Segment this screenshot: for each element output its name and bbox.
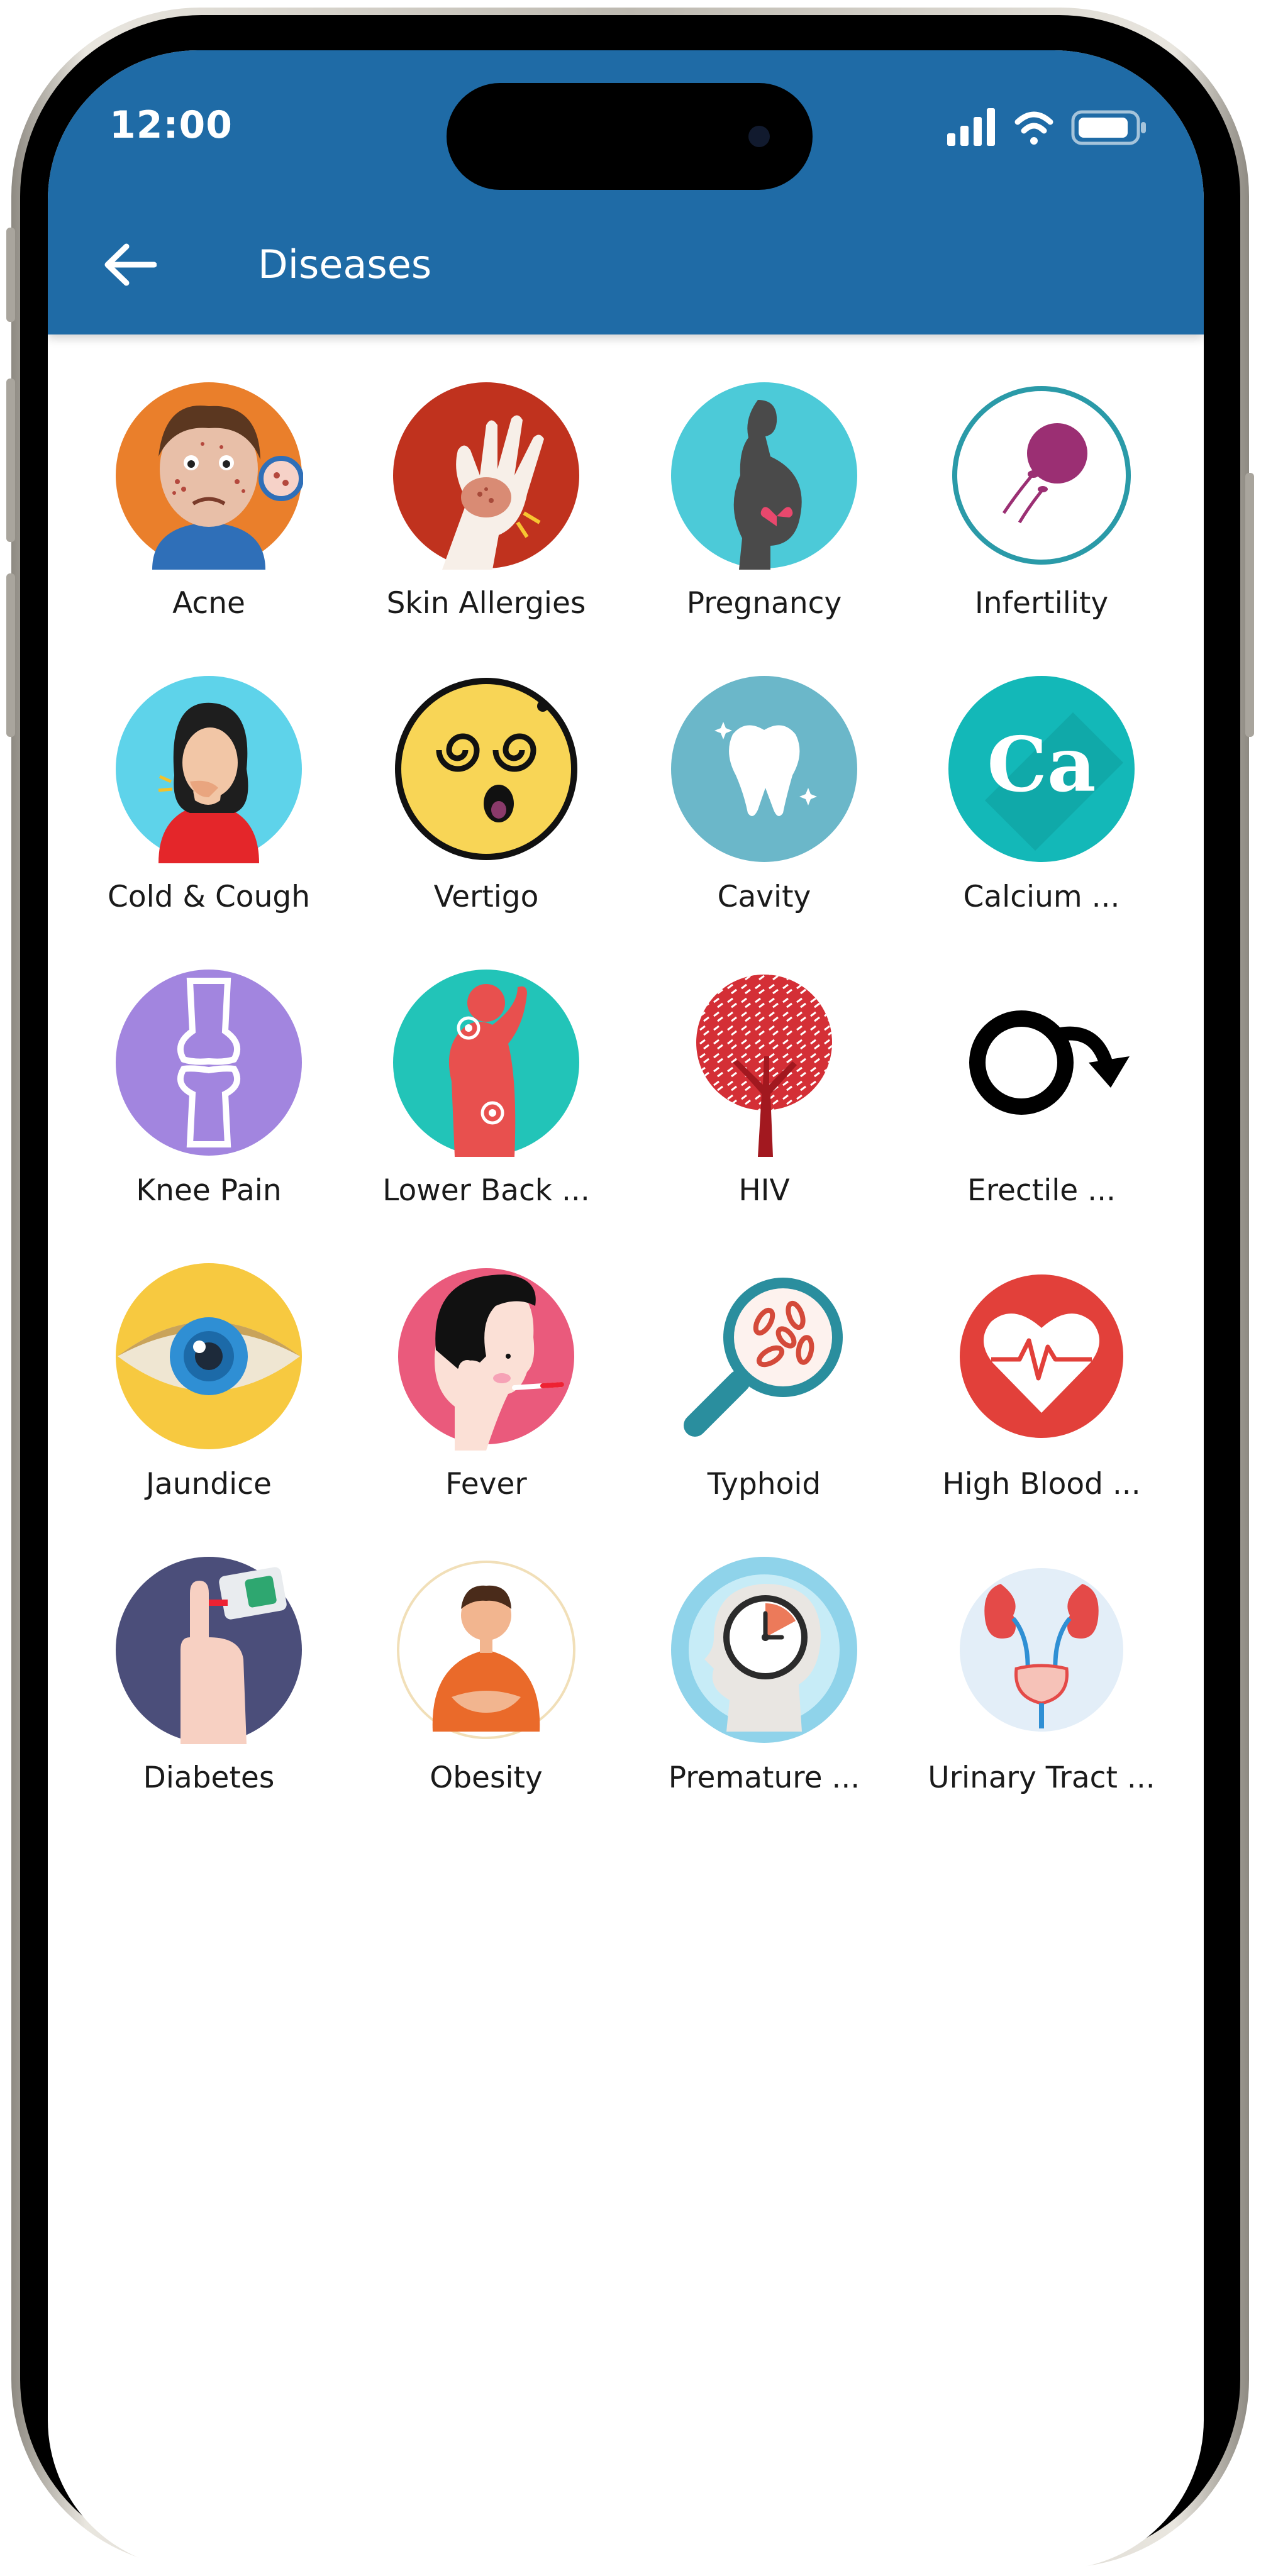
vertigo-icon bbox=[395, 678, 577, 860]
cold-cough-icon bbox=[116, 676, 302, 863]
camera-icon bbox=[748, 126, 770, 147]
disease-item-typhoid[interactable]: Typhoid bbox=[626, 1262, 903, 1501]
disease-item-urinary-tract[interactable]: Urinary Tract ... bbox=[903, 1556, 1180, 1795]
disease-item-knee-pain[interactable]: Knee Pain bbox=[70, 968, 347, 1208]
disease-label: Infertility bbox=[974, 586, 1109, 621]
disease-item-skin-allergies[interactable]: Skin Allergies bbox=[348, 381, 625, 621]
disease-label: Knee Pain bbox=[136, 1173, 282, 1208]
disease-item-infertility[interactable]: Infertility bbox=[903, 381, 1180, 621]
disease-label: Typhoid bbox=[707, 1467, 821, 1501]
high-blood-icon bbox=[960, 1274, 1123, 1438]
app-bar: 12:00 Diseases bbox=[48, 50, 1204, 334]
disease-item-cold-cough[interactable]: Cold & Cough bbox=[70, 675, 347, 914]
page-title: Diseases bbox=[258, 241, 432, 287]
disease-label: Cold & Cough bbox=[108, 880, 310, 914]
fever-icon bbox=[398, 1268, 574, 1451]
battery-icon bbox=[1071, 110, 1146, 145]
typhoid-icon bbox=[684, 1278, 843, 1437]
disease-label: HIV bbox=[738, 1173, 790, 1208]
volume-down-button bbox=[6, 573, 15, 737]
action-button bbox=[6, 228, 15, 322]
disease-item-acne[interactable]: Acne bbox=[70, 381, 347, 621]
premature-icon bbox=[671, 1557, 857, 1743]
pregnancy-icon bbox=[671, 382, 857, 570]
disease-item-diabetes[interactable]: Diabetes bbox=[70, 1556, 347, 1795]
erectile-icon bbox=[969, 1010, 1130, 1115]
disease-item-vertigo[interactable]: Vertigo bbox=[348, 675, 625, 914]
disease-label: Acne bbox=[172, 586, 245, 621]
status-time: 12:00 bbox=[109, 103, 233, 147]
disease-label: High Blood ... bbox=[942, 1467, 1141, 1501]
disease-label: Fever bbox=[445, 1467, 527, 1501]
disease-label: Premature ... bbox=[668, 1761, 860, 1795]
signal-icon bbox=[947, 108, 995, 146]
lower-back-icon bbox=[393, 970, 579, 1157]
acne-icon bbox=[116, 382, 304, 570]
obesity-icon bbox=[397, 1561, 575, 1739]
side-button bbox=[1245, 473, 1254, 737]
disease-item-calcium[interactable]: Ca Calcium ... bbox=[903, 675, 1180, 914]
disease-item-cavity[interactable]: Cavity bbox=[626, 675, 903, 914]
status-icons bbox=[947, 108, 1147, 151]
jaundice-icon bbox=[116, 1263, 302, 1449]
disease-item-high-blood[interactable]: High Blood ... bbox=[903, 1262, 1180, 1501]
disease-item-obesity[interactable]: Obesity bbox=[348, 1556, 625, 1795]
volume-up-button bbox=[6, 379, 15, 542]
disease-item-lower-back[interactable]: Lower Back ... bbox=[348, 968, 625, 1208]
disease-label: Erectile ... bbox=[967, 1173, 1116, 1208]
disease-label: Urinary Tract ... bbox=[928, 1761, 1155, 1795]
hiv-icon bbox=[696, 975, 832, 1157]
skin-allergies-icon bbox=[393, 382, 579, 570]
disease-item-premature[interactable]: Premature ... bbox=[626, 1556, 903, 1795]
arrow-left-icon bbox=[104, 243, 157, 286]
dynamic-island bbox=[447, 83, 813, 190]
disease-label: Obesity bbox=[430, 1761, 543, 1795]
disease-item-jaundice[interactable]: Jaundice bbox=[70, 1262, 347, 1501]
disease-item-erectile[interactable]: Erectile ... bbox=[903, 968, 1180, 1208]
calcium-icon: Ca bbox=[948, 676, 1135, 862]
infertility-icon bbox=[952, 386, 1131, 565]
disease-item-fever[interactable]: Fever bbox=[348, 1262, 625, 1501]
urinary-tract-icon bbox=[960, 1568, 1123, 1732]
disease-label: Cavity bbox=[717, 880, 811, 914]
disease-label: Skin Allergies bbox=[386, 586, 586, 621]
knee-pain-icon bbox=[116, 970, 302, 1156]
disease-item-hiv[interactable]: HIV bbox=[626, 968, 903, 1208]
diabetes-icon bbox=[116, 1557, 302, 1744]
disease-label: Pregnancy bbox=[686, 586, 842, 621]
screen: 12:00 Diseases Acne Skin Allergies Pregn… bbox=[48, 50, 1204, 2570]
disease-label: Diabetes bbox=[143, 1761, 275, 1795]
cavity-icon bbox=[671, 676, 857, 862]
disease-label: Calcium ... bbox=[963, 880, 1120, 914]
back-button[interactable] bbox=[96, 230, 165, 299]
calcium-symbol-text: Ca bbox=[987, 721, 1096, 809]
disease-label: Lower Back ... bbox=[382, 1173, 590, 1208]
disease-label: Jaundice bbox=[146, 1467, 272, 1501]
disease-item-pregnancy[interactable]: Pregnancy bbox=[626, 381, 903, 621]
wifi-icon bbox=[1014, 111, 1053, 145]
disease-label: Vertigo bbox=[433, 880, 539, 914]
